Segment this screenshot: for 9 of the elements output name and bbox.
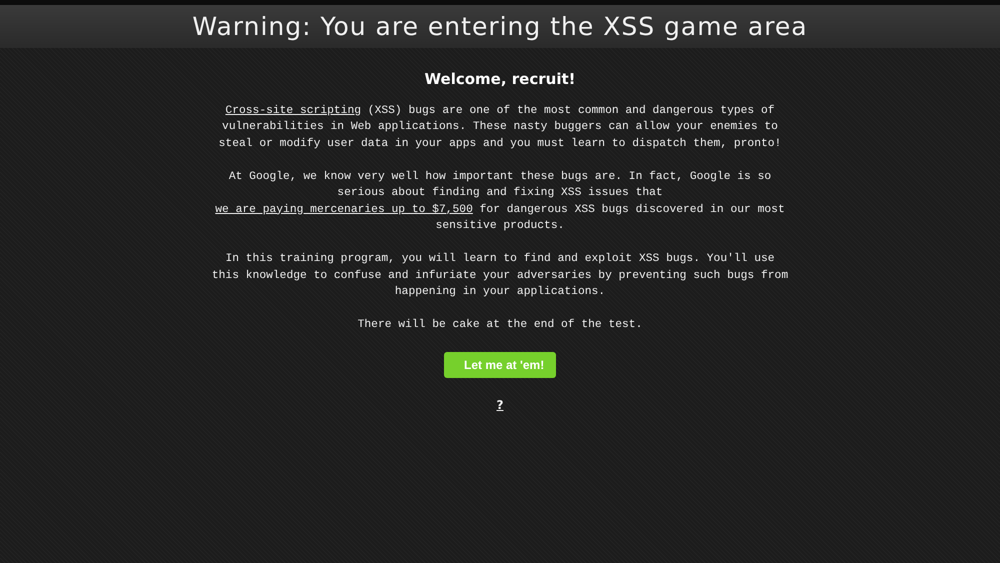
welcome-heading: Welcome, recruit! — [424, 69, 576, 90]
text-link[interactable]: we are paying mercenaries up to $7,500 — [215, 204, 473, 216]
text-link[interactable]: Cross-site scripting — [225, 104, 362, 116]
paragraph: There will be cake at the end of the test. — [356, 318, 644, 333]
page-title: Warning: You are entering the XSS game area — [192, 14, 808, 39]
paragraph: At Google, we know very well how important these bugs are. In fact, Google is so serious about finding and fixing XSS issues that we are paying mercenaries up to $7,500 for dangerous XSS bugs discovered in our most sensitive products. — [214, 170, 786, 234]
paragraph: In this training program, you will learn to find and exploit XSS bugs. You'll use this knowledge to confuse and infuriate your adversaries by preventing such bugs from happening in your applications. — [210, 252, 790, 300]
help-link[interactable]: ? — [496, 396, 504, 414]
paragraph: Cross-site scripting (XSS) bugs are one of the most common and dangerous types of vulnerabilities in Web applications. These nasty buggers can allow your enemies to steal or modify user data in your apps and you must learn to dispatch them, pronto! — [218, 104, 782, 152]
